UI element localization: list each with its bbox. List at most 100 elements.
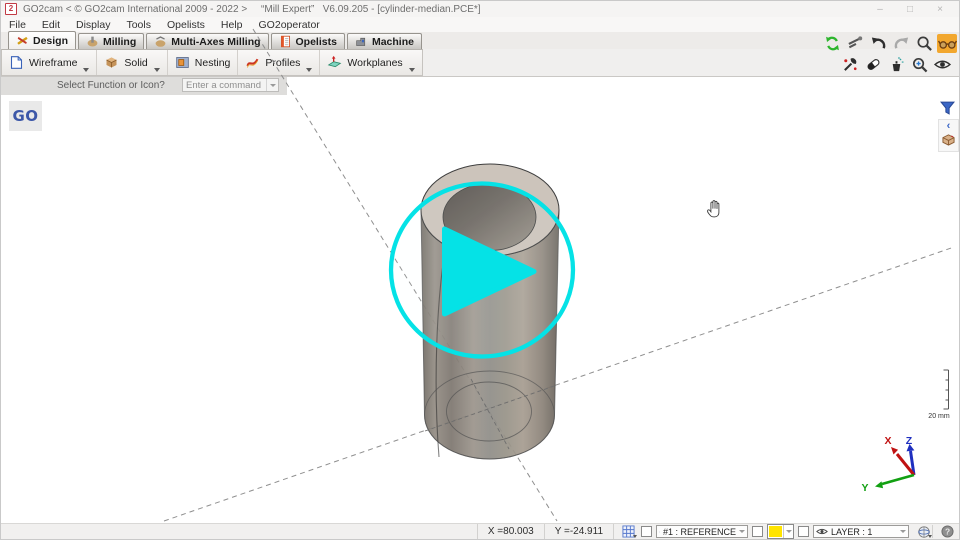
tab-opelists[interactable]: Opelists xyxy=(271,33,345,49)
view-toolbar xyxy=(822,34,957,74)
opelists-icon xyxy=(279,35,292,48)
menu-display[interactable]: Display xyxy=(68,19,118,31)
yellow-swatch xyxy=(769,526,782,537)
view-toolbar-row2 xyxy=(840,55,952,74)
color-swatch-button[interactable] xyxy=(767,524,794,539)
layer-selector-value: LAYER : 1 xyxy=(831,527,897,537)
tab-machine-label: Machine xyxy=(372,36,414,48)
design-icon xyxy=(16,34,29,47)
tab-milling[interactable]: Milling xyxy=(78,33,144,49)
layer-eye-icon xyxy=(816,527,828,536)
profiles-dropdown-caret[interactable] xyxy=(306,68,312,72)
prompt-bar: Select Function or Icon? Enter a command xyxy=(1,77,287,95)
profiles-button[interactable]: Profiles xyxy=(237,50,319,75)
milling-icon xyxy=(86,35,99,48)
refresh-icon[interactable] xyxy=(822,34,842,53)
tab-machine[interactable]: Machine xyxy=(347,33,422,49)
grid-caret-icon xyxy=(633,535,637,538)
wireframe-dropdown-caret[interactable] xyxy=(83,68,89,72)
menu-file[interactable]: File xyxy=(1,19,34,31)
stock-box-icon[interactable] xyxy=(941,133,956,146)
visibility-eye-icon[interactable] xyxy=(932,55,952,74)
ribbon-tabstrip: Design Milling Multi-Axes Milling Opelis… xyxy=(1,32,959,49)
chevron-down-icon xyxy=(739,530,745,533)
tab-multi-axes-milling-label: Multi-Axes Milling xyxy=(171,36,260,48)
prompt-row: Select Function or Icon? Enter a command xyxy=(1,77,959,95)
tab-multi-axes-milling[interactable]: Multi-Axes Milling xyxy=(146,33,268,49)
menu-help[interactable]: Help xyxy=(213,19,251,31)
orientation-caret-icon xyxy=(928,535,932,538)
statusbar: X =80.003 Y =-24.911 #1 : REFERENCE LAYE… xyxy=(1,523,959,539)
help-icon: ? xyxy=(941,525,954,538)
profiles-icon xyxy=(245,55,260,70)
window-title: GO2cam < © GO2cam International 2009 - 2… xyxy=(23,4,859,15)
menubar: File Edit Display Tools Opelists Help GO… xyxy=(1,17,959,32)
plane-selector[interactable]: #1 : REFERENCE xyxy=(656,525,748,538)
nesting-button[interactable]: Nesting xyxy=(167,50,238,75)
menu-edit[interactable]: Edit xyxy=(34,19,68,31)
filter-funnel-icon[interactable] xyxy=(940,101,956,116)
tab-design-label: Design xyxy=(33,35,68,47)
layer-checkbox[interactable] xyxy=(798,526,809,537)
workplanes-dropdown-caret[interactable] xyxy=(409,68,415,72)
machine-icon xyxy=(355,35,368,48)
side-panel: ‹ xyxy=(938,119,959,152)
solid-icon xyxy=(104,55,119,70)
help-glyph: ? xyxy=(945,526,950,536)
solid-button[interactable]: Solid xyxy=(96,50,166,75)
clean-screen-icon[interactable] xyxy=(886,55,906,74)
command-combobox-value: Enter a command xyxy=(183,80,266,91)
maximize-button[interactable]: □ xyxy=(895,4,925,15)
layer-selector[interactable]: LAYER : 1 xyxy=(813,525,909,538)
repair-tools-icon[interactable] xyxy=(840,55,860,74)
multi-axes-milling-icon xyxy=(154,35,167,48)
command-combobox[interactable]: Enter a command xyxy=(182,78,279,92)
caliper-measure-icon[interactable] xyxy=(845,34,865,53)
menu-go2operator[interactable]: GO2operator xyxy=(251,19,328,31)
close-button[interactable]: × xyxy=(925,4,955,15)
undo-icon[interactable] xyxy=(868,34,888,53)
tab-milling-label: Milling xyxy=(103,36,136,48)
viewport[interactable]: GO ‹ xyxy=(1,95,959,523)
y-coordinate: Y =-24.911 xyxy=(545,524,614,539)
nesting-icon xyxy=(175,55,190,70)
glasses-view-icon[interactable] xyxy=(937,34,957,53)
go-logo-button[interactable]: GO xyxy=(9,101,42,131)
panel-collapse-button[interactable]: ‹ xyxy=(947,121,951,132)
ribbon: Design Milling Multi-Axes Milling Opelis… xyxy=(1,32,959,77)
zoom-window-icon[interactable] xyxy=(914,34,934,53)
zoom-extent-icon[interactable] xyxy=(909,55,929,74)
tab-design[interactable]: Design xyxy=(8,31,76,49)
color-checkbox[interactable] xyxy=(752,526,763,537)
plane-checkbox[interactable] xyxy=(641,526,652,537)
menu-tools[interactable]: Tools xyxy=(118,19,159,31)
swatch-caret-icon xyxy=(783,525,793,538)
nesting-label: Nesting xyxy=(195,57,231,69)
help-button[interactable]: ? xyxy=(939,525,956,538)
titlebar: 2 GO2cam < © GO2cam International 2009 -… xyxy=(1,1,959,17)
x-coordinate: X =80.003 xyxy=(477,524,545,539)
minimize-button[interactable]: – xyxy=(865,4,895,15)
wireframe-icon xyxy=(9,55,24,70)
grid-snap-button[interactable] xyxy=(620,525,637,538)
go2cam-window: 2 GO2cam < © GO2cam International 2009 -… xyxy=(0,0,960,540)
redo-icon[interactable] xyxy=(891,34,911,53)
window-controls: – □ × xyxy=(865,4,955,15)
solid-dropdown-caret[interactable] xyxy=(154,68,160,72)
workplanes-label: Workplanes xyxy=(347,57,402,69)
wireframe-button[interactable]: Wireframe xyxy=(2,50,96,75)
tab-opelists-label: Opelists xyxy=(296,36,337,48)
view-orientation-button[interactable] xyxy=(915,525,932,538)
view-toolbar-row1 xyxy=(822,34,957,53)
chevron-down-icon xyxy=(266,79,278,91)
prompt-label: Select Function or Icon? xyxy=(57,80,165,91)
wireframe-label: Wireframe xyxy=(29,57,77,69)
menu-opelists[interactable]: Opelists xyxy=(159,19,213,31)
design-toolgroup: Wireframe Solid Nesting Profiles xyxy=(1,49,423,76)
app-icon: 2 xyxy=(5,3,17,15)
chevron-down-icon xyxy=(900,530,906,533)
workplanes-icon xyxy=(327,55,342,70)
workplanes-button[interactable]: Workplanes xyxy=(319,50,421,75)
eraser-icon[interactable] xyxy=(863,55,883,74)
profiles-label: Profiles xyxy=(265,57,300,69)
